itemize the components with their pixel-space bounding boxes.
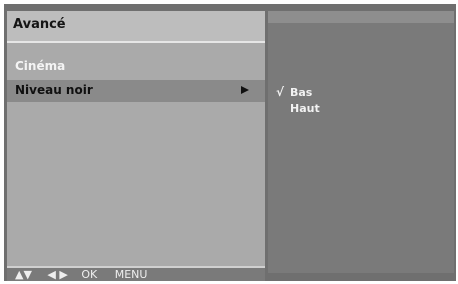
menu-item-label: Cinéma [15,59,66,73]
ok-hint: OK [81,268,98,281]
submenu-panel: √ Bas Haut [268,11,454,273]
menu-item-niveau-noir[interactable]: Niveau noir [7,80,265,102]
osd-screen: Avancé Cinéma Niveau noir ▲▼ ◀ ▶ OK MENU… [4,4,456,281]
menu-hint: MENU [114,268,148,281]
option-bas[interactable]: √ Bas [276,85,312,99]
left-right-arrows-icon: ◀ ▶ [47,268,68,281]
submenu-header [268,11,454,23]
check-icon: √ [276,85,285,99]
option-label: Bas [290,86,313,99]
menu-title-bar: Avancé [7,11,265,43]
menu-panel: Avancé Cinéma Niveau noir [7,11,265,268]
chevron-right-icon [241,86,249,94]
up-down-arrows-icon: ▲▼ [15,268,32,281]
menu-item-label: Niveau noir [15,83,93,97]
option-haut[interactable]: Haut [276,102,320,115]
menu-title: Avancé [13,17,66,32]
option-label: Haut [290,102,320,115]
menu-item-cinema[interactable]: Cinéma [7,56,265,78]
help-bar: ▲▼ ◀ ▶ OK MENU [7,268,265,281]
